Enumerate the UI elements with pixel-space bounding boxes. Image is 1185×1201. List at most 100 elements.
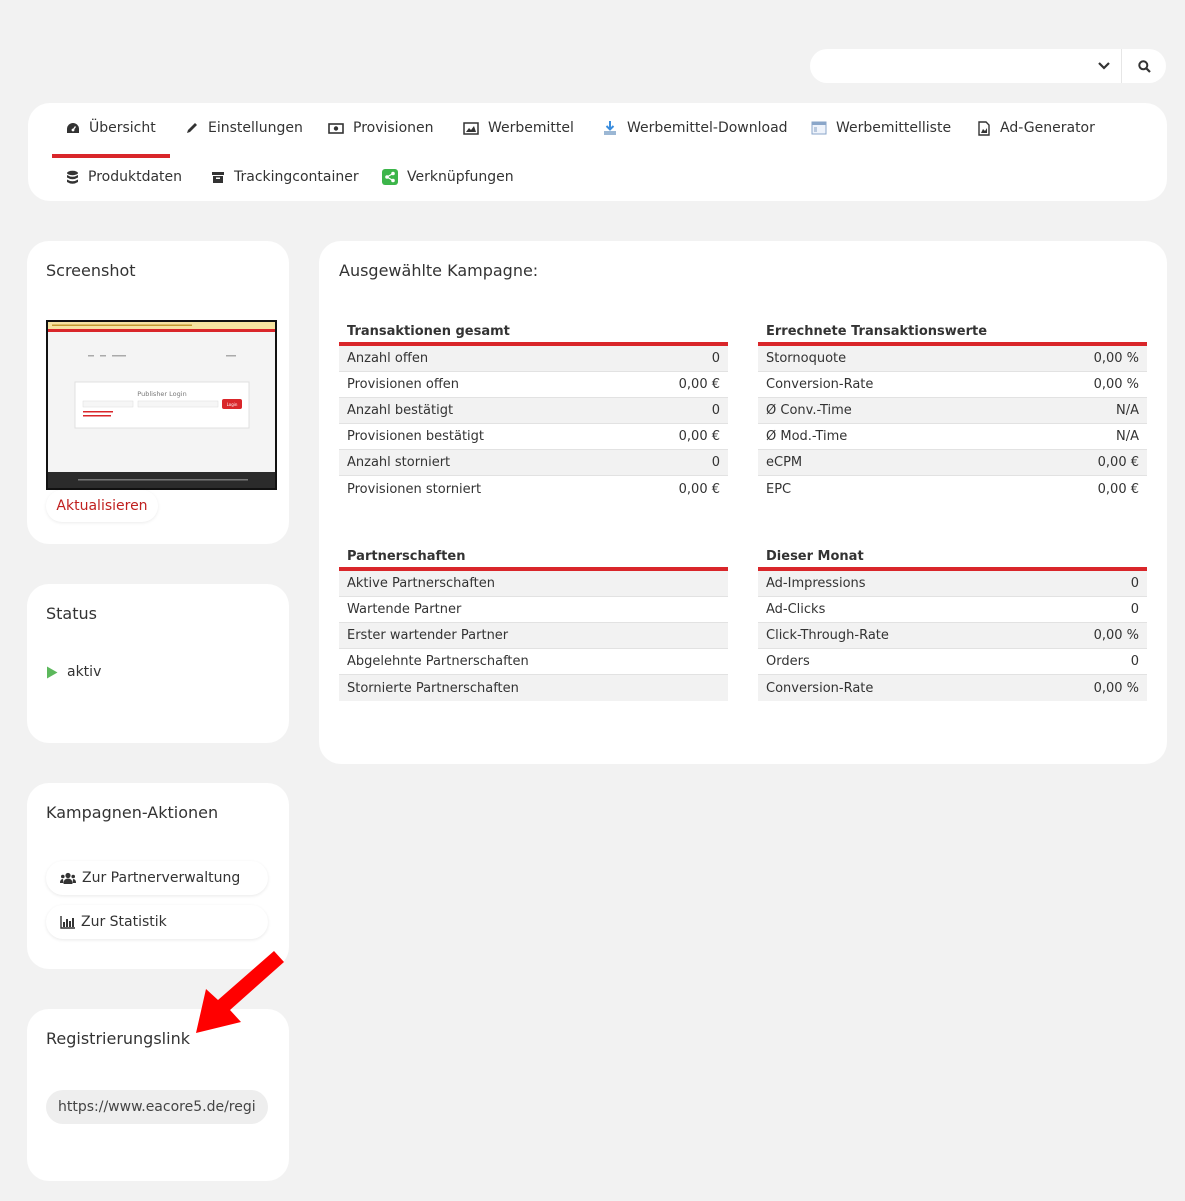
play-icon: [47, 666, 58, 678]
bar-chart-icon: [60, 915, 75, 929]
row-label: Ad-Clicks: [766, 602, 826, 617]
tab-label: Trackingcontainer: [234, 169, 359, 185]
archive-icon: [212, 171, 224, 183]
row-value: 0: [1130, 602, 1139, 617]
money-icon: [328, 122, 344, 134]
list-window-icon: [811, 121, 827, 135]
tab-werbemittel[interactable]: Werbemittel: [463, 118, 574, 138]
preview-login-button: Login: [227, 402, 238, 407]
tab-provisionen[interactable]: Provisionen: [328, 118, 434, 138]
tab-produktdaten[interactable]: Produktdaten: [66, 167, 182, 187]
row-label: Abgelehnte Partnerschaften: [347, 654, 529, 669]
tab-ad-generator[interactable]: Ad-Generator: [977, 118, 1095, 138]
row-value: N/A: [1116, 429, 1139, 444]
statistics-button[interactable]: Zur Statistik: [46, 905, 268, 939]
table-row: Anzahl bestätigt 0: [339, 398, 728, 424]
row-value: 0,00 €: [1097, 455, 1139, 470]
table-row: Abgelehnte Partnerschaften: [339, 649, 728, 675]
table-row: Provisionen storniert 0,00 €: [339, 476, 728, 502]
row-label: Orders: [766, 654, 810, 669]
row-label: eCPM: [766, 455, 803, 470]
row-label: Erster wartender Partner: [347, 628, 509, 643]
row-value: 0,00 %: [1093, 628, 1139, 643]
pencil-icon: [187, 122, 197, 133]
card-title: Status: [46, 604, 97, 623]
table-row: EPC 0,00 €: [758, 476, 1147, 502]
tab-label: Übersicht: [89, 120, 156, 136]
row-label: Conversion-Rate: [766, 377, 874, 392]
table-header: Partnerschaften: [339, 545, 728, 571]
card-title: Kampagnen-Aktionen: [46, 803, 219, 822]
share-icon: [382, 169, 398, 185]
selected-campaign-card: Ausgewählte Kampagne: Transaktionen gesa…: [319, 241, 1167, 764]
card-title: Screenshot: [46, 261, 136, 280]
tab-uebersicht[interactable]: Übersicht: [52, 118, 170, 158]
table-row: Anzahl storniert 0: [339, 450, 728, 476]
table-row: Provisionen bestätigt 0,00 €: [339, 424, 728, 450]
row-value: 0,00 %: [1093, 377, 1139, 392]
table-header: Transaktionen gesamt: [339, 320, 728, 346]
registration-link-field[interactable]: [46, 1090, 268, 1124]
campaign-select[interactable]: [810, 49, 1166, 83]
table-body: Aktive Partnerschaften Wartende Partner Er…: [339, 571, 728, 701]
tab-werbemittel-download[interactable]: Werbemittel-Download: [602, 118, 788, 138]
row-value: 0: [711, 403, 720, 418]
table-row: Orders 0: [758, 649, 1147, 675]
image-icon: [463, 121, 479, 135]
row-label: Conversion-Rate: [766, 680, 874, 696]
button-label: Zur Partnerverwaltung: [82, 870, 241, 886]
row-value: 0,00 €: [678, 429, 720, 444]
tab-verknuepfungen[interactable]: Verknüpfungen: [382, 167, 514, 187]
dashboard-icon: [67, 122, 79, 133]
search-button[interactable]: [1122, 49, 1166, 83]
row-label: EPC: [766, 481, 792, 497]
tab-label: Produktdaten: [88, 169, 183, 185]
table-row: Ad-Impressions 0: [758, 571, 1147, 597]
card-title: Registrierungslink: [46, 1029, 190, 1048]
table-row: Ad-Clicks 0: [758, 597, 1147, 623]
calculated-values-table: Errechnete Transaktionswerte Stornoquote…: [758, 320, 1147, 502]
preview-login-title: Publisher Login: [137, 390, 186, 398]
tab-label: Werbemittelliste: [836, 120, 952, 136]
table-row: Ø Conv.-Time N/A: [758, 398, 1147, 424]
annotation-arrow-icon: [196, 951, 284, 1033]
tab-werbemittelliste[interactable]: Werbemittelliste: [811, 118, 951, 138]
partner-management-button[interactable]: Zur Partnerverwaltung: [46, 861, 268, 895]
table-row: Wartende Partner: [339, 597, 728, 623]
transactions-table: Transaktionen gesamt Anzahl offen 0 Provis…: [339, 320, 728, 502]
table-row: Click-Through-Rate 0,00 %: [758, 623, 1147, 649]
status-indicator: aktiv: [46, 664, 101, 680]
row-value: 0: [1130, 654, 1139, 669]
status-value: aktiv: [67, 664, 102, 680]
row-value: 0: [1130, 576, 1139, 591]
row-label: Stornoquote: [766, 351, 847, 366]
partnerships-table: Partnerschaften Aktive Partnerschaften Wa…: [339, 545, 728, 701]
table-header: Dieser Monat: [758, 545, 1147, 571]
table-row: Provisionen offen 0,00 €: [339, 372, 728, 398]
row-label: Ø Conv.-Time: [766, 403, 852, 418]
row-label: Anzahl storniert: [347, 455, 451, 470]
row-value: 0,00 %: [1093, 351, 1139, 366]
row-value: N/A: [1116, 403, 1139, 418]
main-title: Ausgewählte Kampagne:: [339, 261, 539, 280]
this-month-table: Dieser Monat Ad-Impressions 0 Ad-Clicks 0 Cl…: [758, 545, 1147, 701]
row-label: Provisionen storniert: [347, 481, 482, 497]
tab-trackingcontainer[interactable]: Trackingcontainer: [211, 167, 359, 187]
status-card: Status aktiv: [27, 584, 289, 743]
refresh-button[interactable]: Aktualisieren: [46, 490, 158, 522]
download-icon: [604, 121, 616, 135]
tab-bar: Übersicht Einstellungen Provisionen Werb…: [28, 103, 1167, 201]
tab-einstellungen[interactable]: Einstellungen: [185, 118, 303, 138]
table-row: Erster wartender Partner: [339, 623, 728, 649]
row-label: Wartende Partner: [347, 602, 462, 617]
row-value: 0,00 €: [1097, 481, 1139, 497]
row-label: Anzahl offen: [347, 351, 429, 366]
file-image-icon: [978, 120, 990, 136]
row-value: 0: [711, 351, 720, 366]
campaign-actions-card: Kampagnen-Aktionen Zur Partnerverwaltung…: [27, 783, 289, 969]
chevron-down-icon[interactable]: [1087, 49, 1121, 83]
row-label: Ø Mod.-Time: [766, 429, 848, 444]
screenshot-card: Screenshot Publisher Login Login Aktuali…: [27, 241, 289, 544]
row-value: 0,00 %: [1093, 680, 1139, 696]
button-label: Zur Statistik: [81, 914, 167, 930]
